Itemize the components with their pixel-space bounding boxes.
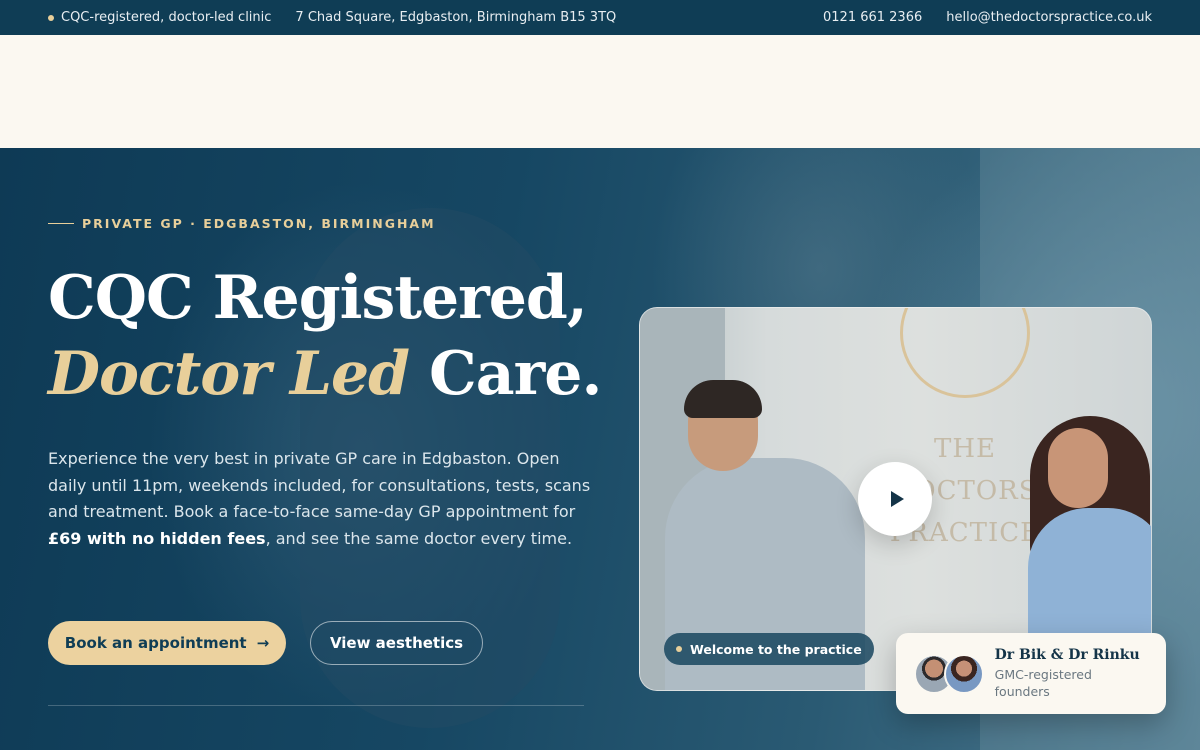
registration-text: CQC-registered, doctor-led clinic (61, 10, 272, 25)
phone-link[interactable]: 0121 661 2366 (823, 10, 922, 25)
lead-text-2: , and see the same doctor every time. (265, 528, 573, 548)
headline-accent: Doctor Led (48, 339, 410, 409)
founders-text: Dr Bik & Dr Rinku GMC-registered founder… (995, 647, 1148, 700)
book-appointment-button[interactable]: Book an appointment → (48, 621, 286, 665)
hero-lead-paragraph: Experience the very best in private GP c… (48, 446, 593, 552)
founders-name: Dr Bik & Dr Rinku (994, 647, 1140, 663)
founders-card: Dr Bik & Dr Rinku GMC-registered founder… (896, 633, 1166, 714)
lead-price-highlight: £69 with no hidden fees (48, 528, 266, 548)
view-aesthetics-label: View aesthetics (329, 634, 464, 652)
founder-avatars (914, 653, 984, 694)
welcome-label: Welcome to the practice (690, 641, 862, 657)
top-info-right: 0121 661 2366 hello@thedoctorspractice.c… (823, 10, 1152, 25)
book-appointment-label: Book an appointment (64, 634, 247, 652)
address-text: 7 Chad Square, Edgbaston, Birmingham B15… (295, 10, 617, 25)
registration-info: CQC-registered, doctor-led clinic (48, 10, 271, 25)
lead-text-1: Experience the very best in private GP c… (48, 449, 591, 522)
avatar (944, 653, 984, 694)
status-dot-icon (48, 14, 54, 21)
live-dot-icon (676, 646, 682, 652)
top-info-bar: CQC-registered, doctor-led clinic 7 Chad… (0, 0, 1200, 35)
top-info-left: CQC-registered, doctor-led clinic 7 Chad… (48, 10, 616, 25)
arrow-right-icon: → (256, 634, 270, 652)
header-nav-strip (0, 35, 1200, 148)
hero-eyebrow: PRIVATE GP · EDGBASTON, BIRMINGHAM (48, 216, 436, 231)
doctor-figure-1-hair (684, 380, 762, 418)
clinic-logo-mark (900, 308, 1030, 398)
email-link[interactable]: hello@thedoctorspractice.co.uk (946, 10, 1152, 25)
headline-line-1: CQC Registered, (48, 263, 588, 333)
founders-role: GMC-registered founders (994, 667, 1092, 699)
play-video-button[interactable] (858, 462, 932, 536)
welcome-badge: Welcome to the practice (664, 633, 874, 665)
hero-divider (48, 705, 584, 706)
hero-headline: CQC Registered, Doctor Led Care. (48, 260, 608, 412)
eyebrow-text: PRIVATE GP · EDGBASTON, BIRMINGHAM (82, 216, 436, 231)
headline-end: Care. (409, 339, 602, 409)
view-aesthetics-button[interactable]: View aesthetics (310, 621, 483, 665)
doctor-figure-2-head (1048, 428, 1108, 508)
eyebrow-line (48, 223, 74, 224)
play-icon (891, 491, 904, 507)
